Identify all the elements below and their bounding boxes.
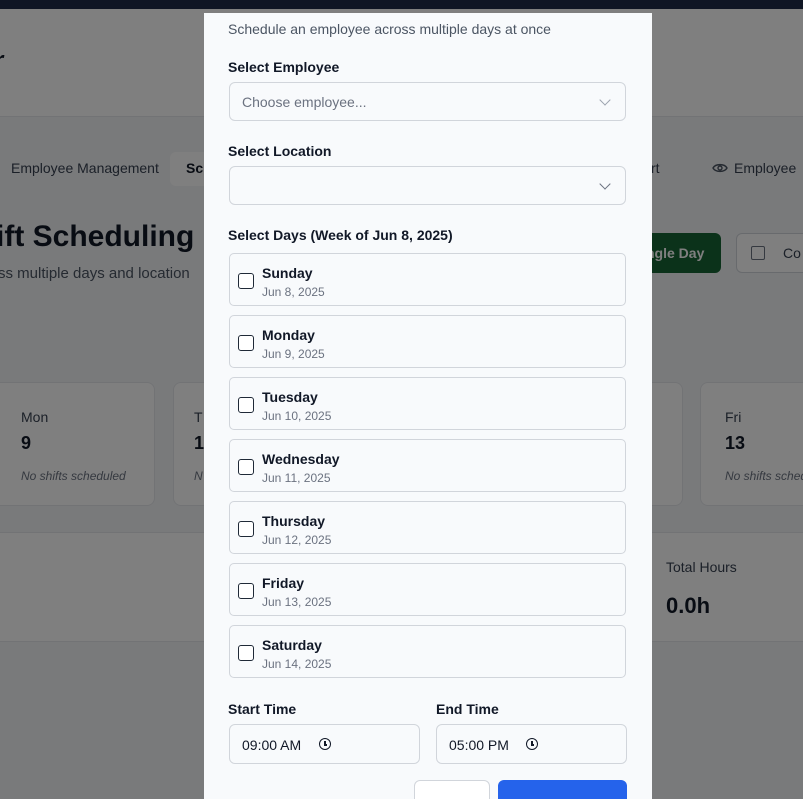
employee-select-placeholder: Choose employee...	[242, 94, 367, 110]
employee-label: Select Employee	[228, 59, 340, 75]
start-time-value: 09:00 AM	[242, 737, 302, 753]
chevron-down-icon	[599, 178, 611, 190]
day-option-name: Thursday	[262, 513, 326, 529]
chevron-down-icon	[599, 94, 611, 106]
day-option-name: Tuesday	[262, 389, 318, 405]
day-checkbox[interactable]	[238, 273, 254, 289]
day-option-name: Monday	[262, 327, 315, 343]
day-option-date: Jun 12, 2025	[262, 533, 332, 547]
location-label: Select Location	[228, 143, 332, 159]
day-option-saturday[interactable]: Saturday Jun 14, 2025	[229, 625, 626, 678]
end-time-label: End Time	[436, 701, 499, 717]
day-option-name: Wednesday	[262, 451, 340, 467]
bulk-schedule-modal: Schedule an employee across multiple day…	[204, 13, 652, 799]
start-time-label: Start Time	[228, 701, 297, 717]
employee-select[interactable]: Choose employee...	[229, 82, 626, 121]
end-time-value: 05:00 PM	[449, 737, 509, 753]
end-time-input[interactable]: 05:00 PM	[436, 724, 627, 764]
day-option-name: Sunday	[262, 265, 313, 281]
day-checkbox[interactable]	[238, 583, 254, 599]
cancel-button[interactable]: Cancel	[414, 780, 490, 799]
day-option-date: Jun 9, 2025	[262, 347, 325, 361]
start-time-input[interactable]: 09:00 AM	[229, 724, 420, 764]
day-checkbox[interactable]	[238, 397, 254, 413]
day-option-friday[interactable]: Friday Jun 13, 2025	[229, 563, 626, 616]
day-option-date: Jun 14, 2025	[262, 657, 332, 671]
days-label: Select Days (Week of Jun 8, 2025)	[228, 227, 453, 243]
modal-subtitle: Schedule an employee across multiple day…	[228, 21, 551, 37]
day-option-monday[interactable]: Monday Jun 9, 2025	[229, 315, 626, 368]
day-option-thursday[interactable]: Thursday Jun 12, 2025	[229, 501, 626, 554]
clock-icon[interactable]	[526, 738, 538, 750]
day-checkbox[interactable]	[238, 335, 254, 351]
day-option-date: Jun 8, 2025	[262, 285, 325, 299]
day-option-date: Jun 10, 2025	[262, 409, 332, 423]
day-checkbox[interactable]	[238, 645, 254, 661]
day-option-sunday[interactable]: Sunday Jun 8, 2025	[229, 253, 626, 306]
day-checkbox[interactable]	[238, 521, 254, 537]
day-option-date: Jun 11, 2025	[262, 471, 331, 485]
day-checkbox[interactable]	[238, 459, 254, 475]
schedule-shifts-button[interactable]: Schedule Shifts	[498, 780, 627, 799]
day-option-tuesday[interactable]: Tuesday Jun 10, 2025	[229, 377, 626, 430]
day-option-name: Friday	[262, 575, 305, 591]
day-option-name: Saturday	[262, 637, 322, 653]
day-option-date: Jun 13, 2025	[262, 595, 332, 609]
location-select[interactable]	[229, 166, 626, 205]
clock-icon[interactable]	[319, 738, 331, 750]
day-option-wednesday[interactable]: Wednesday Jun 11, 2025	[229, 439, 626, 492]
